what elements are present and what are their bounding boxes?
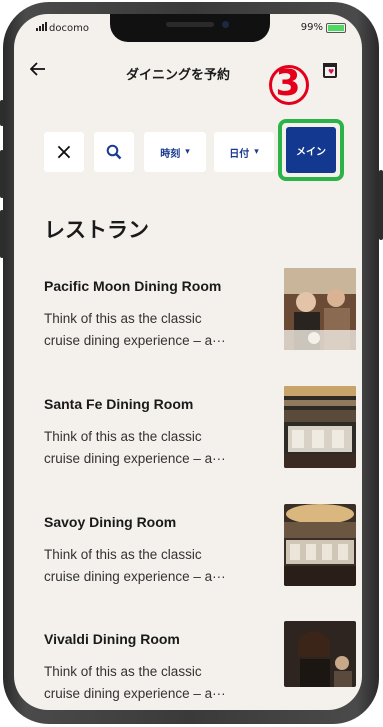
restaurant-name: Vivaldi Dining Room xyxy=(44,631,180,647)
power-button xyxy=(379,170,383,240)
description-line: Think of this as the classic xyxy=(44,311,202,326)
carrier-label: docomo xyxy=(49,23,89,34)
restaurant-description: Think of this as the classic cruise dini… xyxy=(44,544,264,588)
description-line: cruise dining experience – a··· xyxy=(44,333,226,348)
mute-switch xyxy=(0,100,4,126)
speaker xyxy=(166,22,214,27)
page-title: ダイニングを予約 xyxy=(125,68,230,83)
battery-percent: 99% xyxy=(300,22,323,33)
restaurant-description: Think of this as the classic cruise dini… xyxy=(44,661,264,705)
time-filter-label: 時刻 xyxy=(160,148,181,160)
restaurant-photo xyxy=(284,386,356,468)
status-battery: 99% xyxy=(301,22,346,33)
restaurant-name: Pacific Moon Dining Room xyxy=(44,278,222,294)
restaurant-name: Savoy Dining Room xyxy=(44,514,177,530)
calendar-icon[interactable]: ♥ xyxy=(323,63,337,78)
restaurant-name: Santa Fe Dining Room xyxy=(44,396,194,412)
date-filter-dropdown[interactable]: 日付 ▾ xyxy=(214,132,274,172)
annotation-highlight-box xyxy=(278,119,344,181)
description-line: Think of this as the classic xyxy=(44,429,202,444)
close-icon: × xyxy=(54,139,74,165)
search-icon xyxy=(106,144,122,160)
volume-down-button xyxy=(0,210,4,258)
back-arrow-icon[interactable] xyxy=(29,60,46,81)
date-filter-label: 日付 xyxy=(229,148,250,160)
time-filter-dropdown[interactable]: 時刻 ▾ xyxy=(144,132,206,172)
annotation-number: 3 xyxy=(266,62,310,106)
heart-icon: ♥ xyxy=(328,68,335,76)
restaurant-photo xyxy=(284,504,356,586)
clear-filter-button[interactable]: × xyxy=(44,132,84,172)
signal-icon xyxy=(36,22,47,31)
description-line: Think of this as the classic xyxy=(44,664,202,679)
battery-icon xyxy=(326,22,346,33)
chevron-down-icon: ▾ xyxy=(254,147,259,157)
restaurant-description: Think of this as the classic cruise dini… xyxy=(44,308,264,352)
description-line: cruise dining experience – a··· xyxy=(44,686,226,701)
description-line: Think of this as the classic xyxy=(44,547,202,562)
description-line: cruise dining experience – a··· xyxy=(44,451,226,466)
volume-up-button xyxy=(0,150,4,198)
restaurant-photo xyxy=(284,621,356,687)
status-carrier: docomo xyxy=(36,22,89,34)
notch xyxy=(110,14,270,42)
camera xyxy=(222,21,229,28)
chevron-down-icon: ▾ xyxy=(185,147,190,157)
restaurant-photo xyxy=(284,268,356,350)
restaurant-description: Think of this as the classic cruise dini… xyxy=(44,426,264,470)
section-title: レストラン xyxy=(44,218,149,242)
search-button[interactable] xyxy=(94,132,134,172)
description-line: cruise dining experience – a··· xyxy=(44,569,226,584)
